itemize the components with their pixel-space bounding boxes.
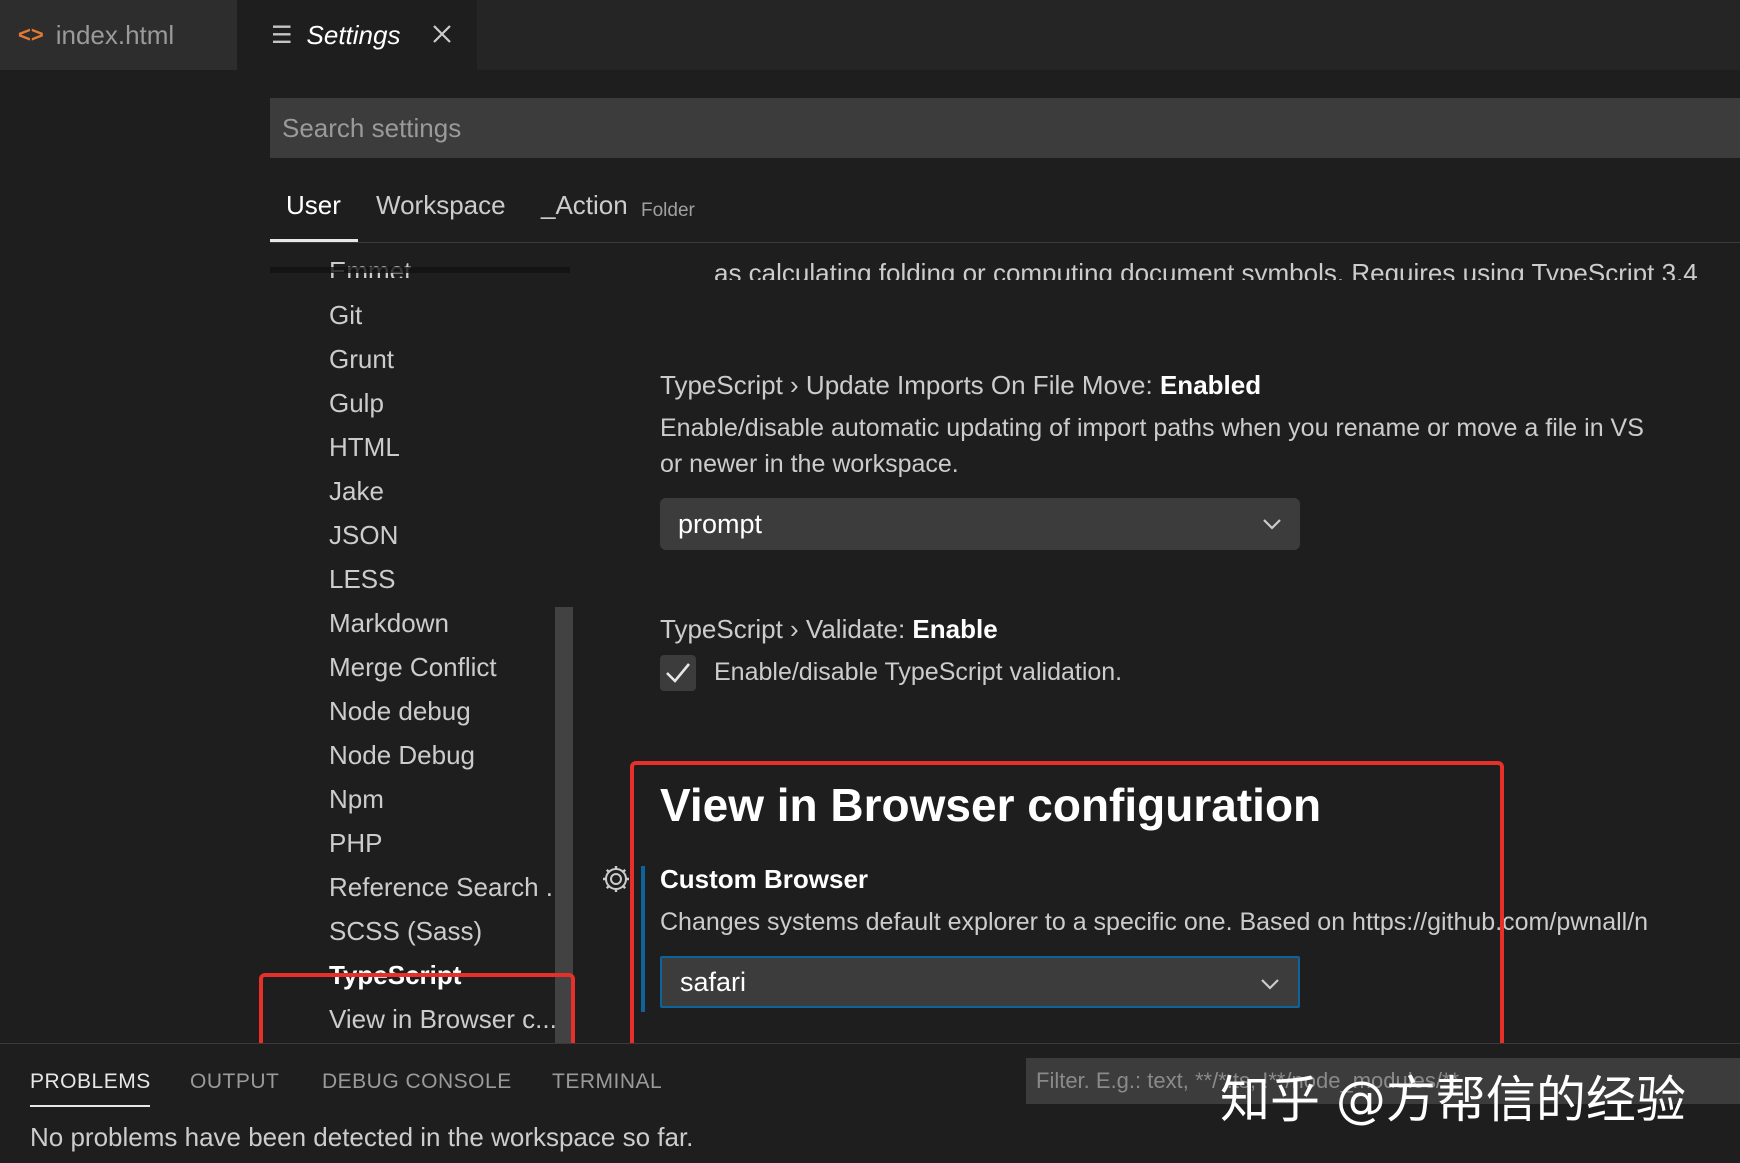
gear-icon[interactable]: [601, 864, 631, 894]
update-imports-select[interactable]: prompt: [660, 498, 1300, 550]
panel-tab-terminal[interactable]: TERMINAL: [552, 1070, 662, 1094]
toc-item[interactable]: SCSS (Sass): [329, 916, 482, 947]
tab-settings[interactable]: ☰ Settings: [237, 0, 477, 70]
setting-description: Enable/disable TypeScript validation.: [714, 658, 1123, 686]
code-icon: <>: [18, 22, 44, 47]
scope-divider: [270, 242, 1740, 243]
tab-label: Settings: [306, 19, 401, 50]
toc-top-shadow: [270, 267, 570, 273]
tab-label: index.html: [55, 19, 175, 50]
scope-tab-user[interactable]: User: [286, 190, 341, 221]
setting-description: or newer in the workspace.: [660, 450, 959, 478]
toc-item[interactable]: Node debug: [329, 696, 471, 727]
editor-tab-bar: <> index.html ☰ Settings: [0, 0, 1740, 70]
scope-tab-workspace[interactable]: Workspace: [376, 190, 506, 221]
scope-tab-folder-action[interactable]: _Action: [541, 190, 628, 221]
toc-item[interactable]: JSON: [329, 520, 398, 551]
toc-item[interactable]: Node Debug: [329, 740, 475, 771]
toc-item[interactable]: PHP: [329, 828, 382, 859]
toc-item[interactable]: LESS: [329, 564, 396, 595]
toc-item[interactable]: Jake: [329, 476, 384, 507]
setting-name: Enabled: [1159, 370, 1262, 400]
panel-tab-output[interactable]: OUTPUT: [190, 1070, 279, 1094]
toc-item[interactable]: Markdown: [329, 608, 449, 639]
toc-item[interactable]: Npm: [329, 784, 384, 815]
panel-tab-debug-console[interactable]: DEBUG CONSOLE: [322, 1070, 512, 1094]
panel-tab-problems[interactable]: PROBLEMS: [30, 1070, 151, 1094]
active-panel-tab-indicator: [30, 1105, 150, 1107]
watermark: 知乎 @方帮信的经验: [1220, 1071, 1686, 1129]
folder-label: Folder: [641, 200, 695, 221]
toc-item[interactable]: Reference Search ...: [329, 872, 567, 903]
problems-message: No problems have been detected in the wo…: [30, 1122, 694, 1152]
close-icon[interactable]: [427, 19, 457, 49]
chevron-down-icon: [1260, 512, 1284, 536]
toc-item[interactable]: Git: [329, 300, 362, 331]
select-value: prompt: [678, 508, 763, 539]
setting-title-update-imports: TypeScript › Update Imports On File Move…: [660, 370, 1261, 401]
search-settings-input[interactable]: [270, 98, 1740, 158]
setting-name: Enable: [912, 614, 998, 644]
setting-title-validate: TypeScript › Validate: Enable: [660, 614, 998, 645]
setting-category: TypeScript › Update Imports On File Move…: [660, 370, 1160, 400]
toc-item[interactable]: HTML: [329, 432, 400, 463]
setting-description: Enable/disable automatic updating of imp…: [660, 414, 1644, 442]
clipped-description: as calculating folding or computing docu…: [714, 258, 1698, 280]
toc-item[interactable]: Gulp: [329, 388, 384, 419]
list-icon: ☰: [271, 21, 293, 49]
highlight-box-settings: [630, 761, 1504, 1064]
check-icon: [666, 663, 691, 683]
setting-category: TypeScript › Validate:: [660, 614, 913, 644]
tab-index-html[interactable]: <> index.html: [0, 0, 237, 70]
toc-item[interactable]: Grunt: [329, 344, 394, 375]
toc-item[interactable]: Merge Conflict: [329, 652, 497, 683]
validate-checkbox[interactable]: [660, 655, 696, 691]
